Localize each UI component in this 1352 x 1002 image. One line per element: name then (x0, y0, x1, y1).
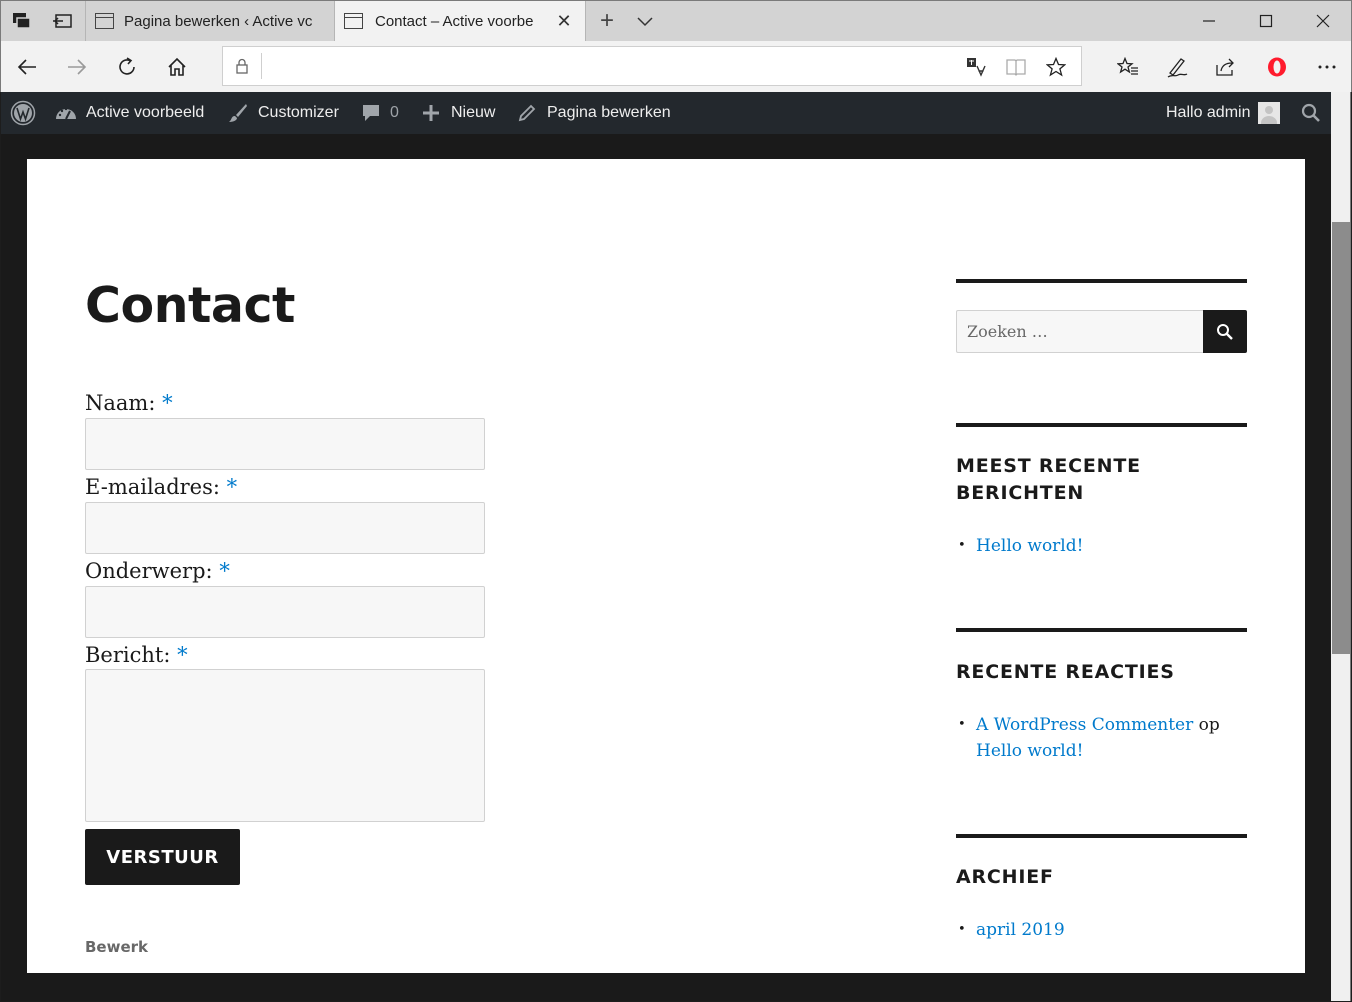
recent-posts-list: Hello world! (956, 533, 1247, 559)
required-marker: * (226, 475, 238, 499)
pencil-icon (516, 102, 538, 124)
name-field[interactable] (85, 418, 485, 470)
page-icon (95, 13, 114, 29)
list-item: april 2019 (956, 917, 1247, 943)
message-textarea[interactable] (85, 669, 485, 822)
required-marker: * (162, 391, 173, 415)
recent-post-link[interactable]: Hello world! (976, 536, 1083, 556)
translate-icon[interactable] (965, 56, 987, 78)
comments-link[interactable]: 0 (360, 92, 399, 134)
email-label: E-mailadres: * (85, 475, 238, 499)
vertical-scrollbar[interactable] (1331, 92, 1351, 1001)
message-label: Bericht: * (85, 643, 188, 667)
comment-author-link[interactable]: A WordPress Commenter (976, 715, 1193, 735)
required-marker: * (219, 559, 230, 583)
pen-notes-icon[interactable] (1163, 53, 1191, 81)
search-icon[interactable] (1301, 92, 1321, 134)
tab-title: Contact – Active voorbe (375, 13, 534, 30)
edit-link[interactable]: Bewerk (85, 938, 148, 956)
comment-post-link[interactable]: Hello world! (976, 741, 1083, 761)
list-item: A WordPress Commenter op Hello world! (956, 712, 1247, 764)
email-field[interactable] (85, 502, 485, 554)
subject-field[interactable] (85, 586, 485, 638)
comments-count: 0 (390, 104, 399, 121)
edit-page-label: Pagina bewerken (547, 104, 671, 121)
scrollbar-thumb[interactable] (1332, 222, 1350, 654)
new-label: Nieuw (451, 104, 496, 121)
browser-tab-strip: Pagina bewerken ‹ Active vc Contact – Ac… (0, 0, 1352, 42)
lock-icon (233, 57, 251, 75)
address-bar[interactable] (222, 46, 1082, 86)
recent-posts-title: MEEST RECENTE BERICHTEN (956, 455, 1141, 504)
search-input[interactable] (956, 310, 1203, 353)
page-icon (344, 13, 363, 29)
home-icon[interactable] (163, 53, 191, 81)
avatar (1258, 102, 1281, 124)
submit-button[interactable]: VERSTUUR (85, 829, 240, 885)
widget-divider (956, 834, 1247, 838)
new-tab-icon[interactable]: + (595, 8, 619, 34)
page-title: Contact (85, 277, 295, 334)
tab-pagina-bewerken[interactable]: Pagina bewerken ‹ Active vc (85, 1, 333, 42)
site-name-label: Active voorbeeld (86, 104, 205, 121)
site-name-link[interactable]: Active voorbeeld (55, 92, 204, 134)
wp-admin-bar: Active voorbeeld Customizer 0 Nieuw Pagi… (1, 92, 1331, 134)
comment-bubble-icon (360, 102, 382, 124)
greeting-label: Hallo admin (1166, 104, 1251, 121)
url-input[interactable] (269, 55, 949, 79)
opera-extension-icon[interactable] (1263, 53, 1291, 81)
comment-connector: op (1198, 715, 1220, 735)
archive-month-link[interactable]: april 2019 (976, 920, 1065, 940)
widget-divider (956, 423, 1247, 427)
archive-title: ARCHIEF (956, 866, 1054, 888)
forward-arrow-icon[interactable] (63, 53, 91, 81)
dashboard-gauge-icon (55, 102, 77, 124)
browser-navigation-bar (0, 41, 1352, 92)
widget-divider (956, 628, 1247, 632)
customizer-link[interactable]: Customizer (227, 92, 339, 134)
edit-page-link[interactable]: Pagina bewerken (516, 92, 671, 134)
archive-list: april 2019 (956, 917, 1247, 943)
back-arrow-icon[interactable] (13, 53, 41, 81)
tab-contact[interactable]: Contact – Active voorbe ✕ (334, 1, 586, 42)
close-tab-icon[interactable]: ✕ (555, 12, 573, 30)
paintbrush-icon (227, 102, 249, 124)
new-content-link[interactable]: Nieuw (420, 92, 495, 134)
customizer-label: Customizer (258, 104, 339, 121)
reading-view-icon[interactable] (1005, 56, 1027, 78)
site-content: Contact Naam: * E-mailadres: * Onderwerp… (27, 159, 1305, 973)
my-account-link[interactable]: Hallo admin (1166, 92, 1281, 134)
share-icon[interactable] (1212, 53, 1240, 81)
widget-divider (956, 279, 1247, 283)
recent-comments-title: RECENTE REACTIES (956, 661, 1175, 683)
set-aside-tabs-icon[interactable] (49, 9, 75, 33)
minimize-icon[interactable] (1196, 9, 1222, 33)
favorite-star-icon[interactable] (1045, 56, 1067, 78)
chevron-down-icon[interactable] (633, 10, 657, 32)
search-icon (1217, 323, 1233, 340)
name-label: Naam: * (85, 391, 173, 415)
more-options-icon[interactable] (1313, 53, 1341, 81)
tab-title: Pagina bewerken ‹ Active vc (124, 13, 313, 30)
favorites-hub-icon[interactable] (1114, 53, 1142, 81)
required-marker: * (177, 643, 188, 667)
recent-comments-list: A WordPress Commenter op Hello world! (956, 712, 1247, 764)
close-window-icon[interactable] (1310, 9, 1336, 33)
search-button[interactable] (1203, 310, 1247, 353)
address-separator (261, 53, 262, 79)
refresh-icon[interactable] (113, 53, 141, 81)
subject-label: Onderwerp: * (85, 559, 230, 583)
plus-icon (420, 102, 442, 124)
tab-overview-icon[interactable] (9, 9, 35, 33)
wordpress-logo-icon[interactable] (10, 92, 36, 134)
maximize-icon[interactable] (1253, 9, 1279, 33)
list-item: Hello world! (956, 533, 1247, 559)
